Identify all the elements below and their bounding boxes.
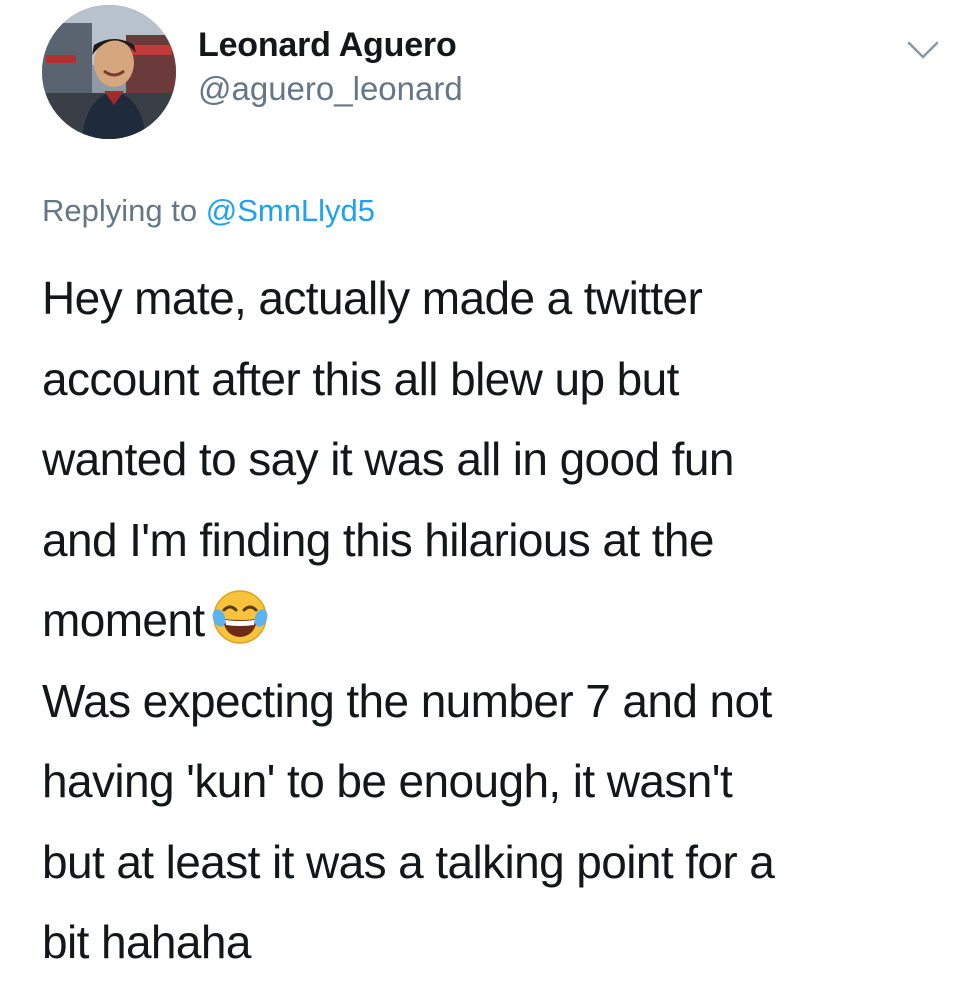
face-with-tears-of-joy-icon [211, 588, 269, 646]
replying-to: Replying to @SmnLlyd5 [42, 191, 375, 231]
profile-photo [42, 5, 176, 139]
display-name[interactable]: Leonard Aguero [198, 24, 463, 66]
tweet-text-line-with-emoji: moment [42, 580, 962, 661]
tweet-text-line: moment [42, 594, 205, 646]
tweet-text-line: and I'm finding this hilarious at the [42, 513, 714, 566]
user-info: Leonard Aguero @aguero_leonard [198, 24, 463, 110]
tweet-text-line: account after this all blew up but [42, 352, 679, 405]
tweet: Leonard Aguero @aguero_leonard Replying … [0, 0, 976, 979]
replying-to-label: Replying to [42, 193, 198, 228]
tweet-text: Hey mate, actually made a twitter accoun… [42, 258, 962, 983]
tweet-text-line: Hey mate, actually made a twitter [42, 272, 703, 324]
tweet-text-line: wanted to say it was all in good fun [42, 433, 734, 485]
avatar[interactable] [42, 5, 176, 139]
chevron-down-icon[interactable] [906, 38, 940, 62]
tweet-text-line: bit hahaha [42, 916, 251, 968]
tweet-text-line: Was expecting the number 7 and not [42, 674, 772, 727]
user-handle[interactable]: @aguero_leonard [198, 68, 463, 110]
tweet-text-line: but at least it was a talking point for … [42, 835, 775, 888]
reply-mention-link[interactable]: @SmnLlyd5 [206, 193, 375, 228]
tweet-text-line: having 'kun' to be enough, it wasn't [42, 755, 733, 807]
